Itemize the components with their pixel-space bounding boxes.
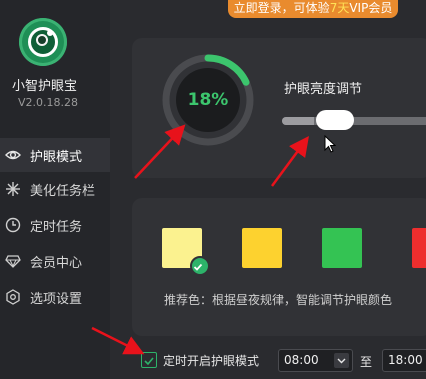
timer-label: 定时开启护眼模式 <box>163 354 260 368</box>
sidebar-item-schedule[interactable]: 定时任务 <box>0 208 110 242</box>
clock-icon <box>5 217 21 233</box>
gear-icon <box>5 289 21 305</box>
sidebar-item-settings[interactable]: 选项设置 <box>0 280 110 314</box>
sidebar-item-member[interactable]: 会员中心 <box>0 244 110 278</box>
sidebar-item-taskbar[interactable]: 美化任务栏 <box>0 172 110 206</box>
diamond-icon <box>5 253 21 269</box>
timer-checkbox[interactable] <box>141 352 157 368</box>
sidebar-item-eye-mode[interactable]: 护眼模式 <box>0 138 110 172</box>
brightness-slider-track[interactable] <box>282 117 426 125</box>
sidebar: 小智护眼宝 V2.0.18.28 护眼模式 美化任务栏 定时任务 会员中心 选项… <box>0 0 110 379</box>
start-time-select[interactable]: 08:00 <box>278 349 353 372</box>
login-banner[interactable]: 立即登录，可体验7天VIP会员 <box>228 0 398 18</box>
sidebar-item-label: 会员中心 <box>30 255 83 271</box>
chevron-down-icon <box>334 353 349 368</box>
end-time-select[interactable]: 18:00 <box>382 349 426 372</box>
brightness-slider-fill <box>282 117 314 125</box>
banner-days: 7天 <box>329 1 350 15</box>
gauge-percent: 18% <box>187 90 229 110</box>
sparkle-icon <box>5 181 21 197</box>
brightness-slider-thumb[interactable] <box>316 110 354 130</box>
sidebar-item-label: 护眼模式 <box>30 149 83 165</box>
eye-icon <box>5 147 21 163</box>
banner-prefix: 立即登录，可体验 <box>233 1 330 15</box>
recommend-text: 推荐色：根据昼夜规律，智能调节护眼颜色 <box>164 293 393 307</box>
end-time-value: 18:00 <box>388 353 423 367</box>
start-time-value: 08:00 <box>284 353 319 367</box>
sidebar-item-label: 选项设置 <box>30 291 83 307</box>
color-swatch-green[interactable] <box>322 228 362 268</box>
color-swatch-yellow-light[interactable] <box>162 228 210 276</box>
sidebar-item-label: 定时任务 <box>30 219 83 235</box>
color-card: 推荐色：根据昼夜规律，智能调节护眼颜色 <box>132 198 426 336</box>
brightness-card: 18% 护眼亮度调节 <box>132 38 426 178</box>
app-logo <box>19 18 67 66</box>
banner-suffix: VIP会员 <box>349 1 393 15</box>
to-label: 至 <box>360 355 373 369</box>
app-name: 小智护眼宝 <box>12 79 78 94</box>
check-icon <box>190 256 210 276</box>
color-swatch-red[interactable] <box>412 228 426 268</box>
app-version: V2.0.18.28 <box>18 96 79 109</box>
brightness-title: 护眼亮度调节 <box>284 82 363 97</box>
sidebar-item-label: 美化任务栏 <box>30 183 96 199</box>
mouse-cursor-icon <box>324 135 336 153</box>
color-swatch-yellow[interactable] <box>242 228 282 268</box>
